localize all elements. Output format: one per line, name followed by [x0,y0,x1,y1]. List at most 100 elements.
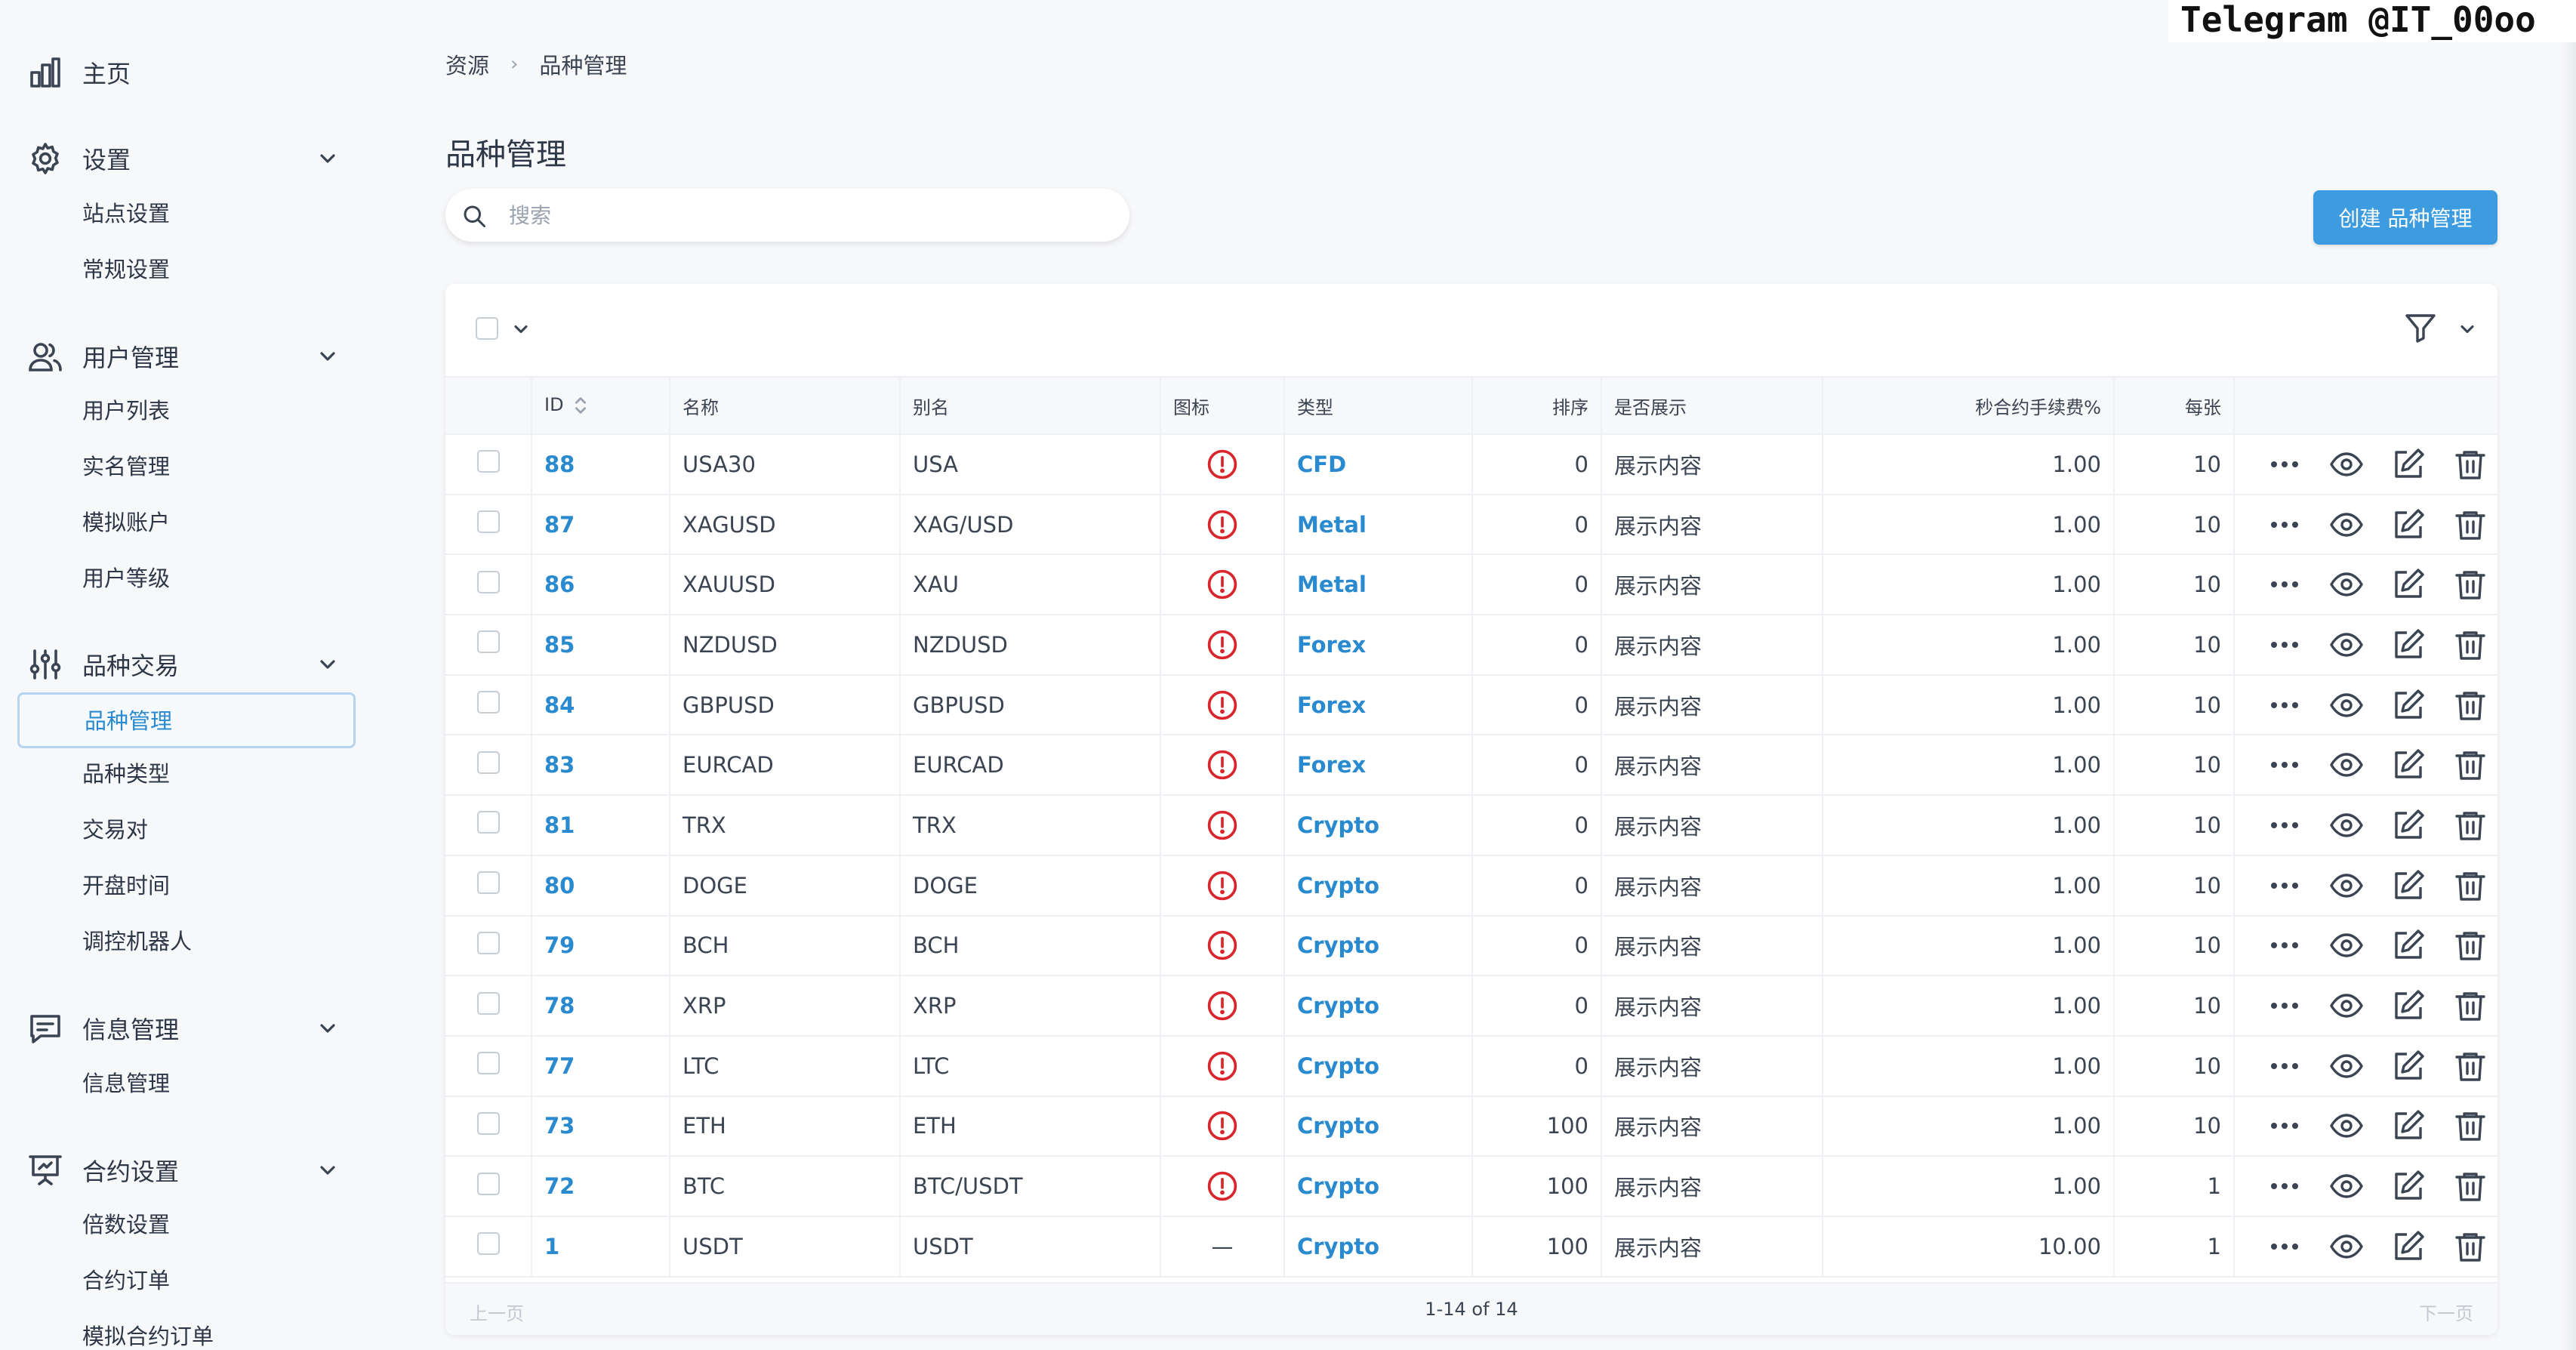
edit-icon[interactable] [2390,807,2427,843]
filter-icon[interactable] [2402,310,2439,346]
row-id-link[interactable]: 72 [544,1173,575,1199]
row-type-link[interactable]: Forex [1297,752,1366,778]
trash-icon[interactable] [2452,627,2488,663]
eye-icon[interactable] [2328,566,2365,603]
sidebar-item-opening-hours[interactable]: 开盘时间 [82,863,170,908]
sidebar-item-trading-pairs[interactable]: 交易对 [82,807,148,852]
row-id-link[interactable]: 86 [544,572,575,597]
row-type-link[interactable]: Crypto [1297,1113,1379,1139]
sidebar-group-settings[interactable]: 设置 [0,131,355,186]
row-type-link[interactable]: Forex [1297,692,1366,718]
edit-icon[interactable] [2390,446,2427,482]
chevron-down-icon[interactable] [316,652,340,677]
row-id-link[interactable]: 81 [544,812,575,838]
more-icon[interactable] [2266,747,2303,783]
eye-icon[interactable] [2328,807,2365,843]
more-icon[interactable] [2266,868,2303,904]
sidebar-item-site-settings[interactable]: 站点设置 [82,191,170,236]
row-id-link[interactable]: 73 [544,1113,575,1139]
sidebar-item-demo-contract-orders[interactable]: 模拟合约订单 [82,1314,214,1350]
row-checkbox[interactable] [476,450,500,473]
select-all-checkbox[interactable] [476,317,498,340]
eye-icon[interactable] [2328,627,2365,663]
edit-icon[interactable] [2390,1228,2427,1265]
chevron-down-icon[interactable] [316,1158,340,1182]
row-type-link[interactable]: Crypto [1297,1053,1379,1079]
row-id-link[interactable]: 1 [544,1234,559,1259]
more-icon[interactable] [2266,1168,2303,1204]
edit-icon[interactable] [2390,627,2427,663]
chevron-down-icon[interactable] [510,319,532,340]
row-id-link[interactable]: 78 [544,993,575,1019]
edit-icon[interactable] [2390,747,2427,783]
more-icon[interactable] [2266,507,2303,543]
more-icon[interactable] [2266,446,2303,482]
row-id-link[interactable]: 84 [544,692,575,718]
more-icon[interactable] [2266,927,2303,963]
row-type-link[interactable]: Crypto [1297,873,1379,898]
more-icon[interactable] [2266,687,2303,723]
sidebar-item-symbol-management[interactable]: 品种管理 [17,692,356,748]
sort-icon[interactable] [573,394,588,417]
eye-icon[interactable] [2328,988,2365,1024]
trash-icon[interactable] [2452,1108,2488,1144]
chevron-down-icon[interactable] [316,146,340,171]
row-checkbox[interactable] [476,691,500,714]
chevron-down-icon[interactable] [316,344,340,368]
trash-icon[interactable] [2452,807,2488,843]
eye-icon[interactable] [2328,927,2365,963]
edit-icon[interactable] [2390,1168,2427,1204]
row-type-link[interactable]: Crypto [1297,812,1379,838]
sidebar-group-messages[interactable]: 信息管理 [0,1001,355,1056]
header-id[interactable]: ID [532,376,670,435]
row-type-link[interactable]: Metal [1297,512,1367,538]
row-checkbox[interactable] [476,931,500,954]
row-checkbox[interactable] [476,1052,500,1075]
more-icon[interactable] [2266,1048,2303,1084]
row-type-link[interactable]: Crypto [1297,932,1379,958]
trash-icon[interactable] [2452,566,2488,603]
sidebar-item-leverage[interactable]: 倍数设置 [82,1202,170,1247]
eye-icon[interactable] [2328,1168,2365,1204]
row-type-link[interactable]: Metal [1297,572,1367,597]
sidebar-item-messages[interactable]: 信息管理 [82,1061,170,1106]
eye-icon[interactable] [2328,747,2365,783]
sidebar-item-user-levels[interactable]: 用户等级 [82,556,170,601]
row-id-link[interactable]: 77 [544,1053,575,1079]
trash-icon[interactable] [2452,446,2488,482]
eye-icon[interactable] [2328,868,2365,904]
trash-icon[interactable] [2452,507,2488,543]
eye-icon[interactable] [2328,446,2365,482]
trash-icon[interactable] [2452,1048,2488,1084]
trash-icon[interactable] [2452,687,2488,723]
edit-icon[interactable] [2390,566,2427,603]
row-checkbox[interactable] [476,630,500,654]
row-checkbox[interactable] [476,1232,500,1256]
row-checkbox[interactable] [476,871,500,895]
edit-icon[interactable] [2390,687,2427,723]
eye-icon[interactable] [2328,687,2365,723]
eye-icon[interactable] [2328,507,2365,543]
sidebar-item-home[interactable]: 主页 [0,45,355,100]
row-type-link[interactable]: Forex [1297,632,1366,658]
more-icon[interactable] [2266,988,2303,1024]
trash-icon[interactable] [2452,1168,2488,1204]
trash-icon[interactable] [2452,868,2488,904]
sidebar-item-user-list[interactable]: 用户列表 [82,388,170,433]
trash-icon[interactable] [2452,747,2488,783]
row-type-link[interactable]: CFD [1297,452,1346,477]
sidebar-item-general-settings[interactable]: 常规设置 [82,247,170,292]
eye-icon[interactable] [2328,1108,2365,1144]
edit-icon[interactable] [2390,988,2427,1024]
sidebar-item-control-bot[interactable]: 调控机器人 [82,919,192,964]
next-page-button[interactable]: 下一页 [2419,1299,2473,1325]
more-icon[interactable] [2266,807,2303,843]
trash-icon[interactable] [2452,927,2488,963]
row-checkbox[interactable] [476,751,500,774]
row-id-link[interactable]: 88 [544,452,575,477]
row-id-link[interactable]: 87 [544,512,575,538]
edit-icon[interactable] [2390,868,2427,904]
sidebar-item-kyc[interactable]: 实名管理 [82,444,170,489]
more-icon[interactable] [2266,1228,2303,1265]
row-checkbox[interactable] [476,1172,500,1195]
